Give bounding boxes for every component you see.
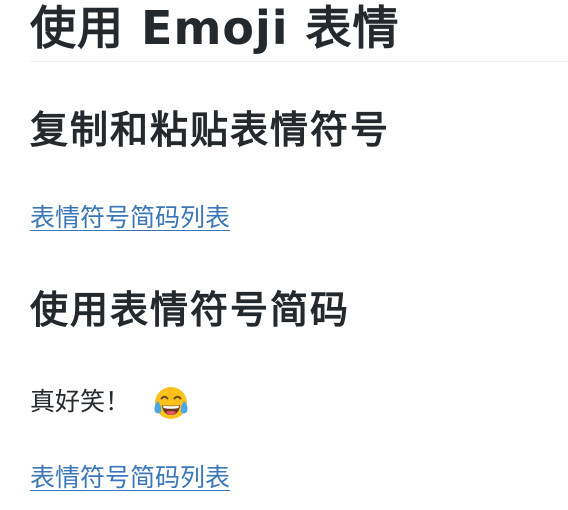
section-heading-use-shortcodes: 使用表情符号简码 [30, 288, 351, 332]
example-text: 真好笑！ [30, 387, 131, 416]
example-paragraph: 真好笑！ [30, 382, 190, 422]
title-divider [30, 61, 568, 62]
page-title: 使用 Emoji 表情 [30, 1, 400, 55]
face-with-tears-of-joy-icon [152, 384, 190, 422]
emoji-shortcode-list-link-2[interactable]: 表情符号简码列表 [30, 460, 230, 496]
emoji-shortcode-list-link[interactable]: 表情符号简码列表 [30, 200, 230, 236]
document-page: 使用 Emoji 表情 复制和粘贴表情符号 表情符号简码列表 使用表情符号简码 … [0, 0, 568, 510]
section-heading-copy-paste: 复制和粘贴表情符号 [30, 108, 391, 152]
